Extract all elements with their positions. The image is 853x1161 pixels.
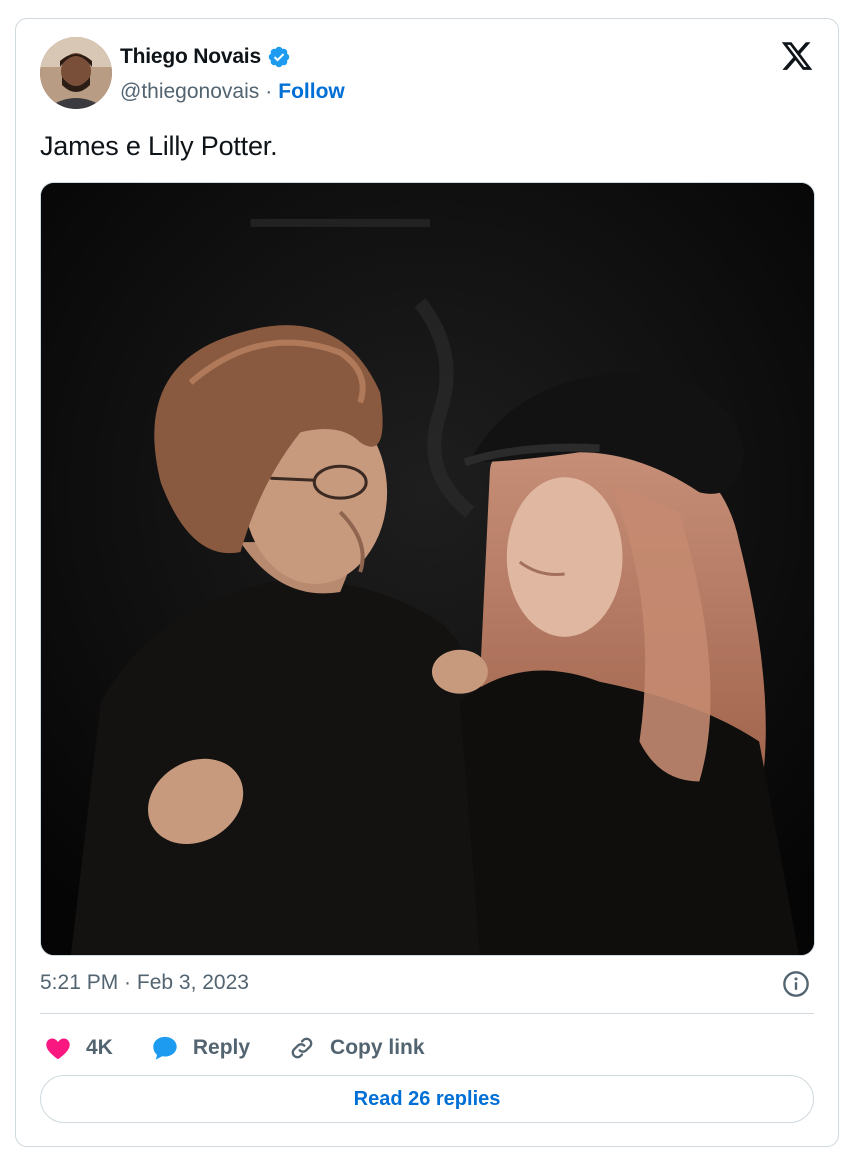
- tweet-card: Thiego Novais @thiegonovais · Follow Jam…: [15, 18, 839, 1147]
- tweet-timestamp[interactable]: 5:21 PM · Feb 3, 2023: [40, 971, 249, 995]
- reply-button[interactable]: Reply: [151, 1034, 250, 1062]
- photo-image: [41, 183, 814, 955]
- copy-link-button[interactable]: Copy link: [288, 1034, 425, 1062]
- speech-bubble-icon: [153, 1036, 177, 1060]
- like-count: 4K: [86, 1036, 113, 1059]
- copy-link-label: Copy link: [330, 1036, 425, 1059]
- info-icon[interactable]: [782, 970, 810, 998]
- read-replies-button[interactable]: Read 26 replies: [40, 1075, 814, 1123]
- avatar-image: [40, 37, 112, 109]
- x-logo-icon[interactable]: [780, 39, 814, 73]
- author-name-row: Thiego Novais: [120, 45, 291, 69]
- handle-separator: ·: [265, 80, 273, 103]
- action-bar: 4K Reply Copy link: [44, 1031, 463, 1065]
- avatar[interactable]: [40, 37, 112, 109]
- follow-button[interactable]: Follow: [278, 80, 345, 104]
- divider: [40, 1013, 814, 1014]
- heart-icon: [46, 1038, 70, 1060]
- author-handle[interactable]: @thiegonovais: [120, 80, 259, 104]
- reply-label: Reply: [192, 1036, 251, 1059]
- author-name[interactable]: Thiego Novais: [120, 45, 261, 69]
- like-button[interactable]: 4K: [44, 1034, 113, 1062]
- link-icon: [291, 1037, 313, 1059]
- tweet-photo[interactable]: [40, 182, 815, 956]
- verified-badge-icon: [268, 46, 290, 68]
- tweet-text: James e Lilly Potter.: [40, 131, 278, 161]
- author-handle-row: @thiegonovais · Follow: [120, 80, 345, 104]
- tweet-header: Thiego Novais @thiegonovais · Follow: [40, 37, 814, 109]
